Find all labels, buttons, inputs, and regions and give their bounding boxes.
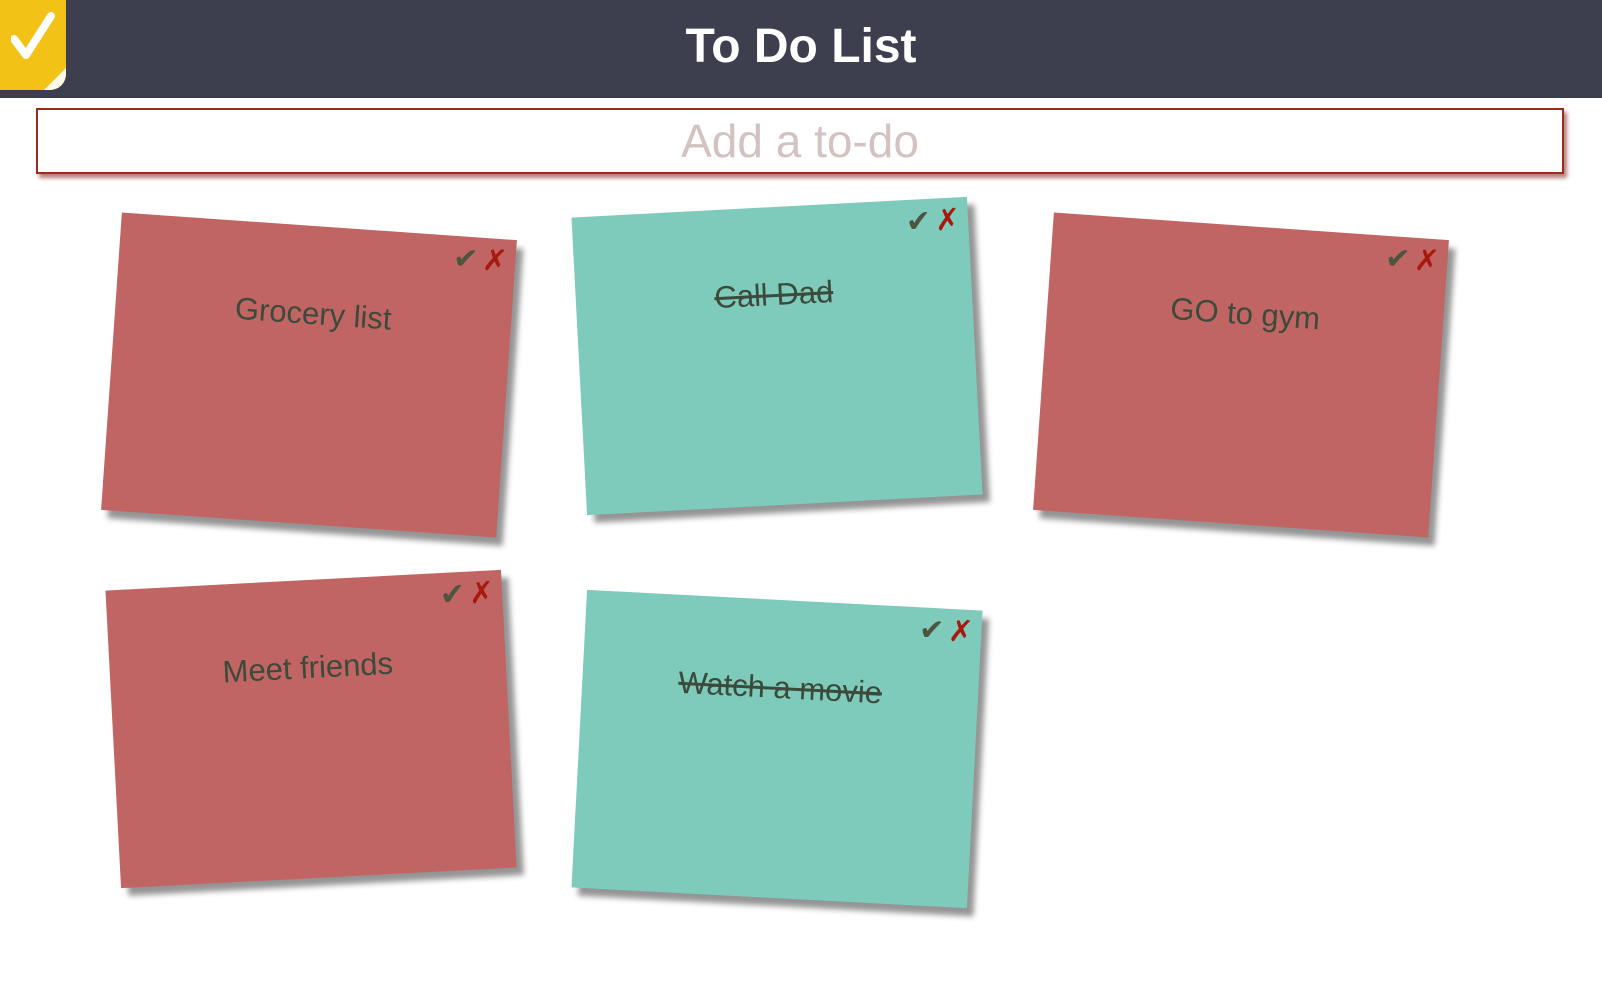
note-actions: ✔ ✗ (905, 202, 961, 240)
todo-note: ✔ ✗ Watch a movie (571, 589, 983, 909)
cross-icon[interactable]: ✗ (481, 243, 509, 280)
cross-icon[interactable]: ✗ (934, 202, 961, 238)
page-title: To Do List (685, 20, 917, 73)
cross-icon[interactable]: ✗ (947, 614, 974, 650)
note-actions: ✔ ✗ (452, 241, 509, 280)
note-title: Grocery list (233, 290, 393, 337)
note-title: Call Dad (713, 273, 835, 316)
checkmark-icon[interactable]: ✔ (1384, 241, 1412, 278)
add-todo-input[interactable] (36, 108, 1564, 174)
note-title: Watch a movie (677, 664, 883, 711)
note-title: GO to gym (1169, 290, 1322, 337)
checkmark-icon[interactable]: ✔ (918, 612, 945, 648)
todo-note: ✔ ✗ Meet friends (105, 569, 517, 889)
todo-note: ✔ ✗ Call Dad (571, 196, 983, 516)
cross-icon[interactable]: ✗ (1413, 243, 1441, 280)
note-actions: ✔ ✗ (439, 575, 495, 613)
checkmark-icon[interactable]: ✔ (439, 577, 466, 613)
cross-icon[interactable]: ✗ (468, 575, 495, 611)
checkmark-icon[interactable]: ✔ (905, 204, 932, 240)
note-actions: ✔ ✗ (918, 612, 974, 650)
note-actions: ✔ ✗ (1384, 241, 1441, 280)
app-header: To Do List (0, 0, 1602, 98)
todo-note: ✔ ✗ GO to gym (1033, 212, 1449, 538)
checkmark-icon[interactable]: ✔ (452, 241, 480, 278)
note-title: Meet friends (221, 645, 394, 690)
todo-note: ✔ ✗ Grocery list (101, 212, 517, 538)
